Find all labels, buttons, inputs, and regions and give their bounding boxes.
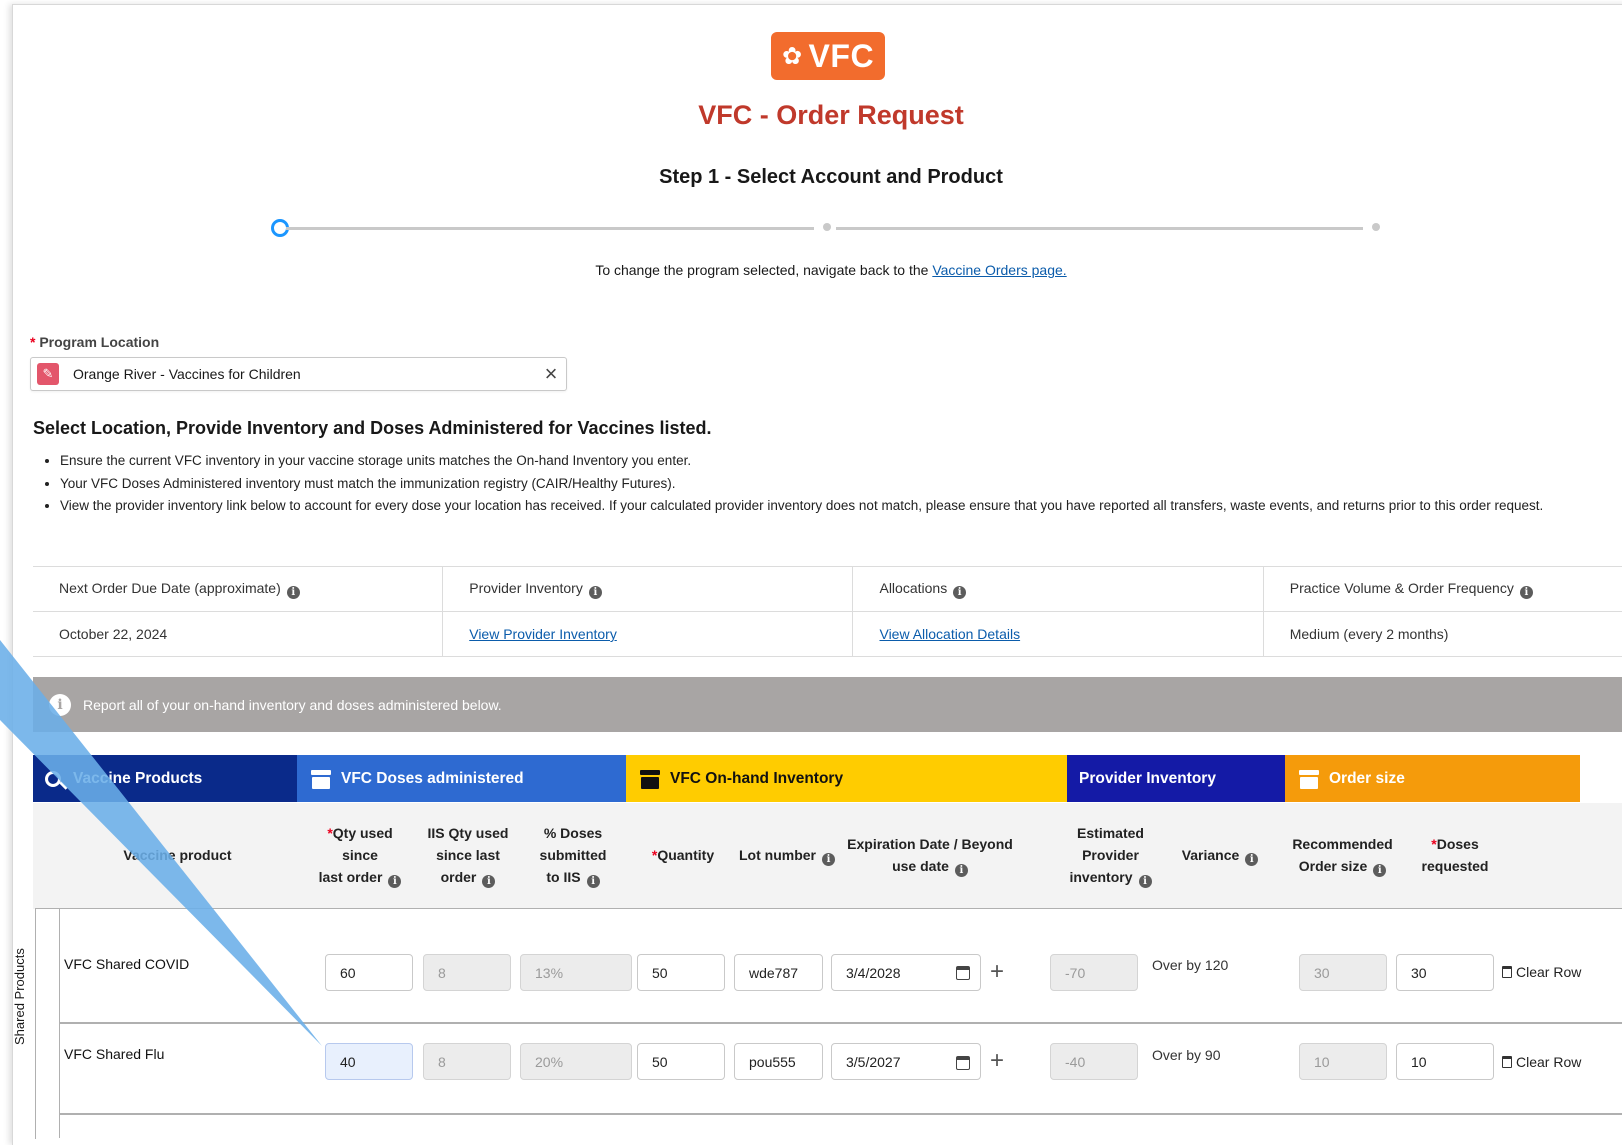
callout-arrow [0,640,322,1046]
callout-arrow-shape [0,640,322,1046]
